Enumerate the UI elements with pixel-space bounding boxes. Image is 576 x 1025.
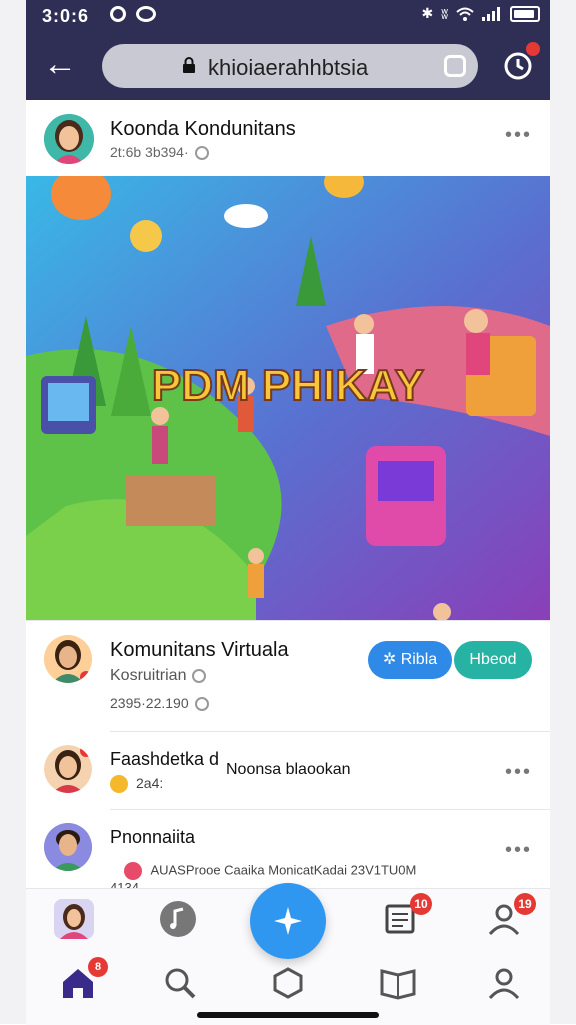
signal-icon bbox=[482, 6, 500, 21]
emoji-icon bbox=[124, 862, 143, 880]
nav-music[interactable] bbox=[156, 897, 200, 941]
browser-header: ← khioiaerahhbtsia bbox=[26, 32, 550, 100]
create-post-button[interactable] bbox=[250, 883, 326, 959]
nav-user[interactable] bbox=[482, 961, 526, 1005]
community-subtitle: Kosruitrian bbox=[110, 667, 207, 685]
game-world-illustration: PDM PHIKAY bbox=[26, 176, 550, 620]
chat-icon bbox=[136, 6, 156, 22]
book-icon bbox=[380, 969, 416, 1000]
list-item-title[interactable]: Faashdetka d bbox=[110, 749, 219, 770]
back-arrow-icon[interactable]: ← bbox=[40, 46, 80, 86]
community-card: Komunitans Virtuala Kosruitrian 2395·22.… bbox=[26, 620, 550, 895]
bottom-navigation: 10 19 8 bbox=[26, 883, 550, 1025]
left-frame bbox=[0, 0, 27, 1024]
post-image[interactable]: PDM PHIKAY bbox=[26, 176, 550, 620]
home-badge: 8 bbox=[88, 957, 108, 977]
wifi-icon bbox=[456, 7, 474, 21]
url-text: khioiaerahhbtsia bbox=[208, 55, 369, 80]
nav-hexagon[interactable] bbox=[266, 961, 310, 1005]
join-button[interactable]: ✲ Ribla bbox=[368, 641, 452, 679]
sparkle-icon: ✲ bbox=[382, 651, 401, 668]
post-author-name[interactable]: Koonda Kondunitans bbox=[110, 118, 296, 141]
hexagon-icon bbox=[273, 967, 303, 999]
post-meta: 2t:6b 3b394· bbox=[110, 144, 209, 161]
nav-search[interactable] bbox=[158, 961, 202, 1005]
more-options-icon[interactable]: ••• bbox=[505, 761, 532, 784]
status-time: 3:0:6 bbox=[42, 6, 90, 26]
nav-home[interactable]: 8 bbox=[56, 957, 108, 1005]
list-item-title[interactable]: Pnonnaiita bbox=[110, 827, 195, 848]
status-bar: 3:0:6 ✱ ʬ bbox=[26, 0, 550, 32]
banner-title: PDM PHIKAY bbox=[152, 361, 424, 410]
person-icon bbox=[488, 968, 520, 1000]
divider bbox=[110, 731, 550, 732]
avatar-illustration bbox=[44, 823, 92, 871]
globe-icon bbox=[192, 668, 207, 683]
music-icon bbox=[160, 901, 196, 937]
globe-icon bbox=[194, 146, 209, 161]
status-dot bbox=[80, 671, 92, 683]
globe-icon bbox=[194, 697, 209, 712]
url-field[interactable]: khioiaerahhbtsia bbox=[102, 44, 478, 88]
sparkle-icon bbox=[274, 907, 302, 935]
community-date: 2395·22.190 bbox=[110, 695, 209, 712]
more-options-icon[interactable]: ••• bbox=[505, 839, 532, 862]
notification-dot bbox=[80, 745, 92, 757]
community-avatar[interactable] bbox=[44, 635, 92, 683]
avatar-icon bbox=[54, 899, 94, 939]
post-card: Koonda Kondunitans 2t:6b 3b394· ••• PDM … bbox=[26, 100, 550, 620]
battery-icon bbox=[510, 5, 540, 22]
divider bbox=[110, 809, 550, 810]
right-frame bbox=[549, 0, 576, 1024]
nav-account[interactable]: 19 bbox=[482, 893, 536, 941]
avatar-illustration bbox=[44, 114, 94, 164]
follow-button[interactable]: Hbeod bbox=[454, 641, 532, 679]
community-title[interactable]: Komunitans Virtuala bbox=[110, 639, 289, 662]
account-badge: 19 bbox=[514, 893, 536, 915]
author-avatar[interactable] bbox=[44, 114, 94, 164]
bluetooth-icon: ✱ bbox=[421, 5, 434, 21]
list-item-extra: Noonsa blaookan bbox=[226, 761, 351, 778]
news-badge: 10 bbox=[410, 893, 432, 915]
share-icon[interactable] bbox=[444, 55, 466, 77]
list-item-avatar[interactable] bbox=[44, 823, 92, 871]
list-item-avatar[interactable] bbox=[44, 745, 92, 793]
notification-icon bbox=[110, 6, 126, 22]
search-icon bbox=[165, 968, 196, 999]
history-button[interactable] bbox=[500, 42, 540, 82]
lock-icon bbox=[183, 57, 195, 73]
notification-badge bbox=[526, 42, 540, 56]
list-item-sub: 2a4: bbox=[110, 775, 163, 794]
emoji-icon bbox=[110, 775, 128, 794]
nav-library[interactable] bbox=[376, 961, 420, 1005]
nav-news[interactable]: 10 bbox=[378, 893, 432, 941]
vibrate-icon: ʬ bbox=[441, 5, 448, 22]
more-options-icon[interactable]: ••• bbox=[505, 124, 532, 147]
nav-profile-avatar[interactable] bbox=[52, 897, 96, 941]
home-indicator bbox=[197, 1012, 379, 1018]
